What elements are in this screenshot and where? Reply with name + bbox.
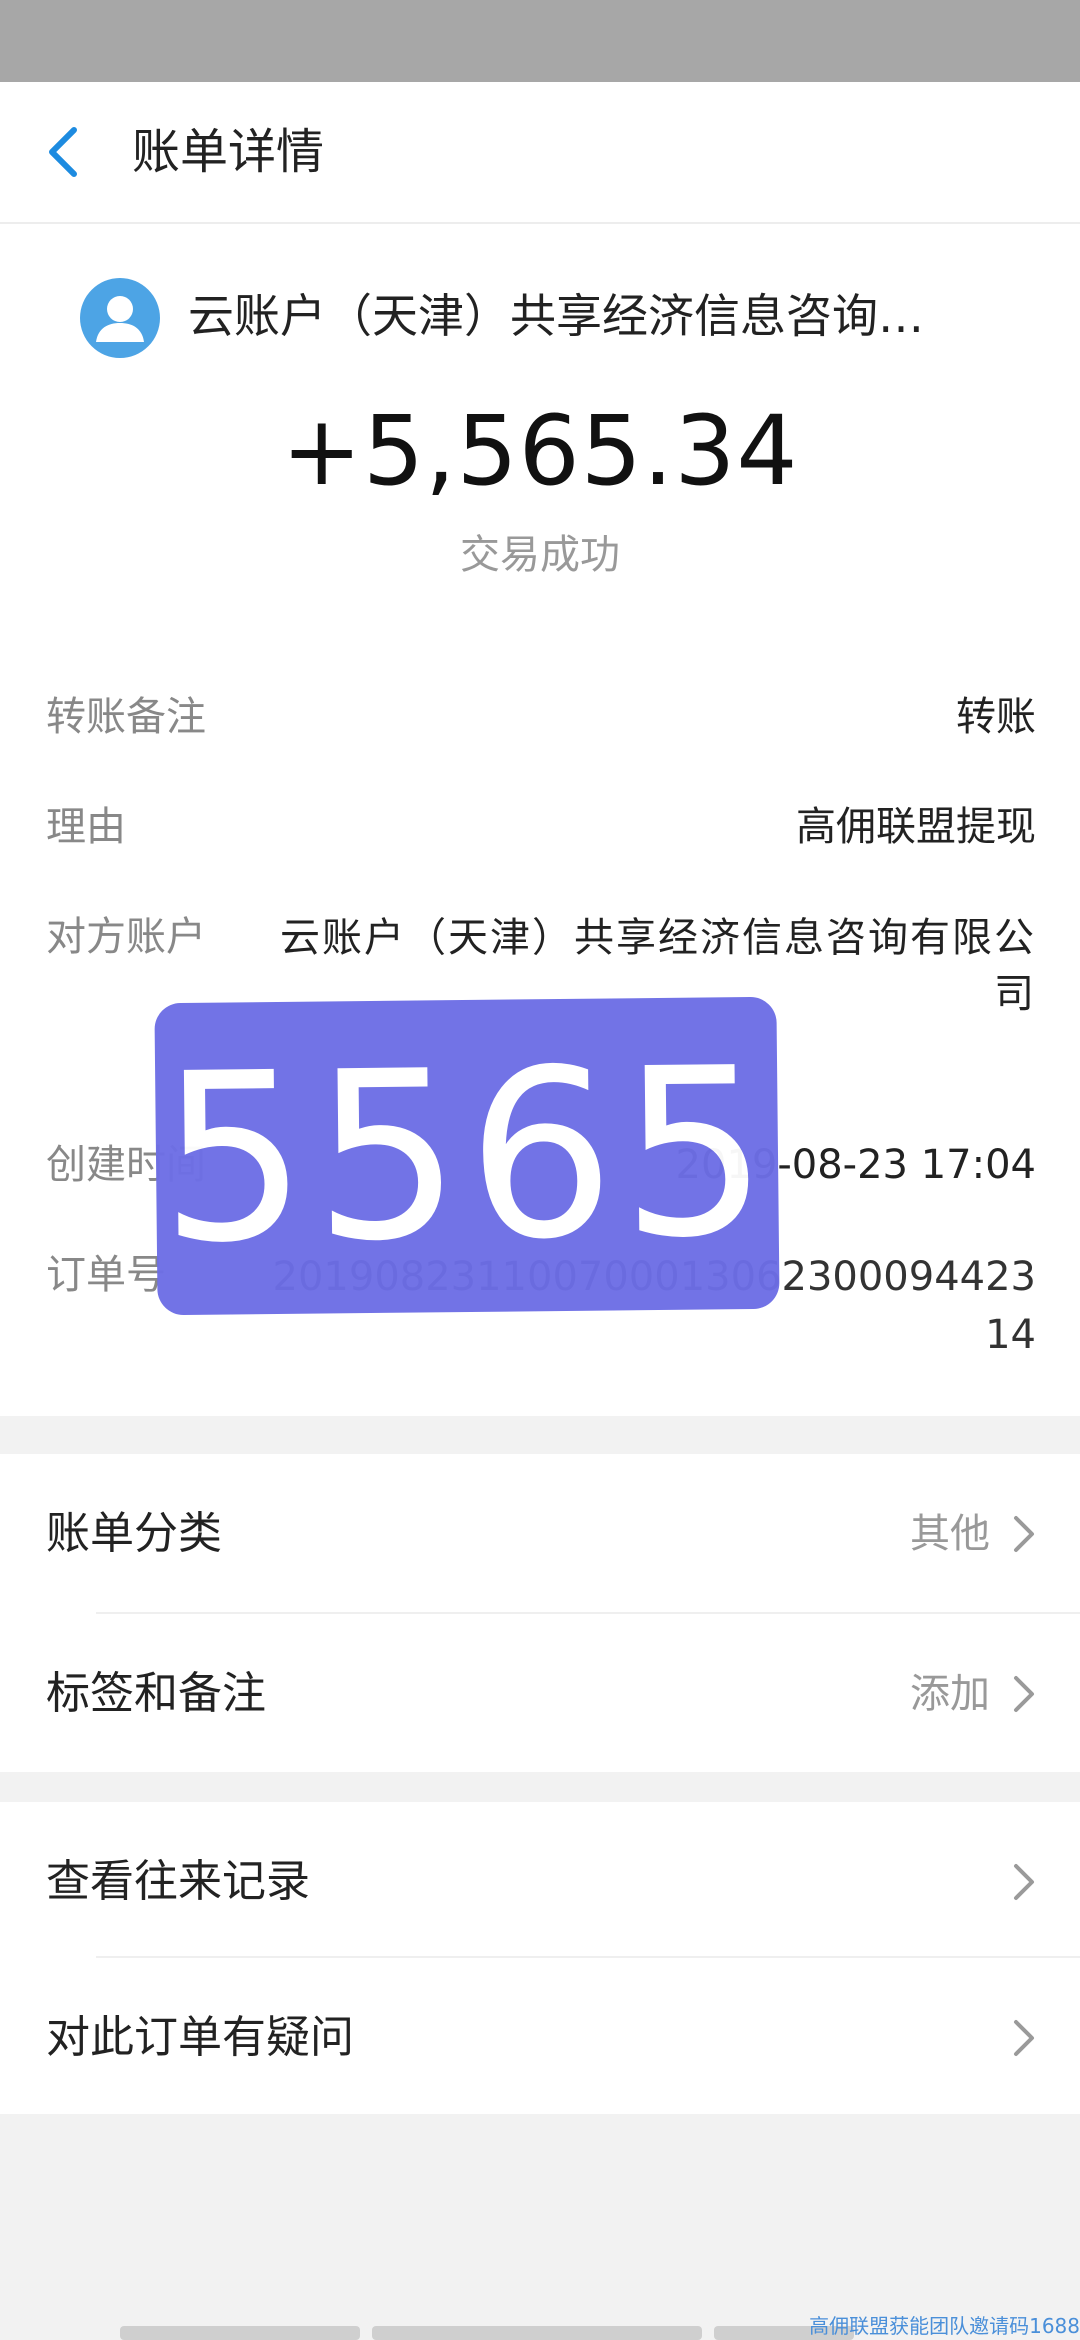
status-bar <box>0 0 1080 82</box>
list-item-label: 账单分类 <box>46 1508 222 1559</box>
detail-label: 理由 <box>46 804 126 850</box>
overlay-text: 5565 <box>158 1017 776 1295</box>
watermark-text: 高佣联盟获能团队邀请码1688 <box>809 2314 1080 2338</box>
detail-label: 转账备注 <box>46 694 206 740</box>
avatar-icon <box>80 278 160 358</box>
detail-value: 转账 <box>956 694 1036 740</box>
list-item-category[interactable]: 账单分类 其他 <box>0 1454 1080 1612</box>
list-item-order-question[interactable]: 对此订单有疑问 <box>0 1958 1080 2116</box>
transaction-status: 交易成功 <box>460 532 620 578</box>
detail-label: 订单号 <box>46 1252 166 1298</box>
bottom-bar-segment <box>372 2326 702 2340</box>
payee-row: 云账户（天津）共享经济信息咨询… <box>80 274 1020 358</box>
list-item-label: 对此订单有疑问 <box>46 2012 354 2063</box>
chevron-right-icon <box>1014 2020 1034 2056</box>
list-item-label: 标签和备注 <box>46 1668 266 1719</box>
bill-settings-group: 账单分类 其他 标签和备注 添加 <box>0 1454 1080 1772</box>
list-item-value: 其他 <box>910 1511 990 1557</box>
chevron-right-icon <box>1014 1676 1034 1712</box>
list-item-label: 查看往来记录 <box>46 1856 310 1907</box>
chevron-right-icon <box>1014 1516 1034 1552</box>
bottom-bar-segment <box>120 2326 360 2340</box>
navigation-bar: 账单详情 <box>0 82 1080 222</box>
chevron-right-icon <box>1014 1864 1034 1900</box>
detail-label: 对方账户 <box>46 914 206 960</box>
bill-support-group: 查看往来记录 对此订单有疑问 <box>0 1802 1080 2114</box>
list-item-tags-notes[interactable]: 标签和备注 添加 <box>0 1614 1080 1772</box>
bill-detail-page: 账单详情 云账户（天津）共享经济信息咨询… +5,565.34 交易成功 转账备… <box>0 0 1080 2340</box>
payee-name: 云账户（天津）共享经济信息咨询… <box>188 289 924 343</box>
list-item-value: 添加 <box>910 1671 990 1717</box>
amount-overlay-badge: 5565 <box>154 996 780 1316</box>
list-item-history[interactable]: 查看往来记录 <box>0 1802 1080 1960</box>
back-icon[interactable] <box>42 126 86 178</box>
transaction-amount: +5,565.34 <box>281 395 799 507</box>
page-title: 账单详情 <box>132 124 325 180</box>
detail-value: 高佣联盟提现 <box>796 804 1036 850</box>
